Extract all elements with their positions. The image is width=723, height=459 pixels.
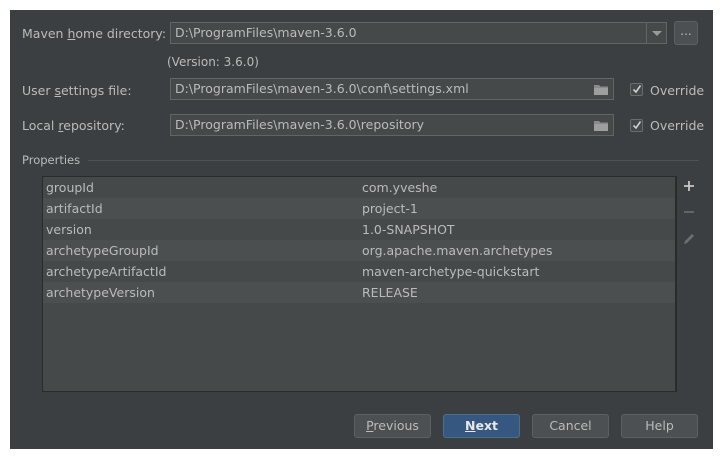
property-key: archetypeVersion xyxy=(46,285,155,300)
local-repo-label-text: Local xyxy=(22,118,59,133)
maven-home-combo[interactable]: D:\ProgramFiles\maven-3.6.0 xyxy=(170,22,667,44)
maven-version-note: (Version: 3.6.0) xyxy=(167,55,259,69)
property-key: archetypeGroupId xyxy=(46,243,159,258)
user-settings-field[interactable]: D:\ProgramFiles\maven-3.6.0\conf\setting… xyxy=(170,78,614,100)
properties-table[interactable]: groupId com.yveshe artifactId project-1 vers… xyxy=(42,176,676,392)
checkmark-icon xyxy=(632,121,642,130)
cancel-button[interactable]: Cancel xyxy=(532,414,609,438)
properties-title: Properties xyxy=(22,153,81,167)
maven-home-value: D:\ProgramFiles\maven-3.6.0 xyxy=(175,25,357,40)
property-key: artifactId xyxy=(46,201,103,216)
local-repo-override-checkbox[interactable] xyxy=(630,119,643,132)
local-repo-override-label[interactable]: Override xyxy=(650,118,704,134)
plus-icon[interactable] xyxy=(677,180,701,200)
table-row[interactable]: version 1.0-SNAPSHOT xyxy=(43,219,675,240)
browse-button-label: ... xyxy=(680,24,692,38)
cancel-button-label: Cancel xyxy=(549,418,592,433)
edit-icon[interactable] xyxy=(677,232,701,252)
user-settings-label: User settings file: xyxy=(22,83,132,99)
maven-home-label: Maven home directory: xyxy=(22,26,166,42)
properties-toolbar xyxy=(676,176,701,392)
folder-icon[interactable] xyxy=(593,119,609,132)
user-settings-label-text: User xyxy=(22,83,55,98)
table-row[interactable]: artifactId project-1 xyxy=(43,198,675,219)
property-value[interactable]: 1.0-SNAPSHOT xyxy=(362,219,455,240)
help-button[interactable]: Help xyxy=(621,414,698,438)
property-value[interactable]: project-1 xyxy=(362,198,418,219)
previous-button[interactable]: Previous xyxy=(354,414,431,438)
property-key: archetypeArtifactId xyxy=(46,264,167,279)
next-button-label: ext xyxy=(475,418,498,433)
local-repo-label: Local repository: xyxy=(22,118,125,134)
previous-button-label: revious xyxy=(373,418,419,433)
property-value[interactable]: maven-archetype-quickstart xyxy=(362,261,539,282)
next-button-mnemonic: N xyxy=(465,418,476,433)
property-key: groupId xyxy=(46,180,94,195)
table-row[interactable]: archetypeVersion RELEASE xyxy=(43,282,675,303)
local-repo-field[interactable]: D:\ProgramFiles\maven-3.6.0\repository xyxy=(170,114,614,136)
property-value[interactable]: RELEASE xyxy=(362,282,418,303)
help-button-label: Help xyxy=(645,418,674,433)
maven-home-label-rest: ome directory: xyxy=(75,26,167,41)
property-value[interactable]: org.apache.maven.archetypes xyxy=(362,240,552,261)
minus-icon[interactable] xyxy=(677,206,701,226)
maven-settings-dialog: Maven home directory: D:\ProgramFiles\ma… xyxy=(10,10,713,449)
chevron-down-icon[interactable] xyxy=(646,23,666,43)
property-key: version xyxy=(46,222,92,237)
maven-home-label-text: Maven xyxy=(22,26,68,41)
properties-separator xyxy=(88,160,699,161)
local-repo-value: D:\ProgramFiles\maven-3.6.0\repository xyxy=(175,117,425,132)
checkmark-icon xyxy=(632,85,642,94)
browse-maven-home-button[interactable]: ... xyxy=(674,21,698,45)
user-settings-label-rest: ettings file: xyxy=(60,83,132,98)
user-settings-value: D:\ProgramFiles\maven-3.6.0\conf\setting… xyxy=(175,81,469,96)
next-button[interactable]: Next xyxy=(443,414,520,438)
table-row[interactable]: archetypeGroupId org.apache.maven.archety… xyxy=(43,240,675,261)
folder-icon[interactable] xyxy=(593,83,609,96)
user-settings-override-label[interactable]: Override xyxy=(650,83,704,99)
local-repo-label-rest: epository: xyxy=(63,118,125,133)
table-row[interactable]: archetypeArtifactId maven-archetype-quick… xyxy=(43,261,675,282)
table-row[interactable]: groupId com.yveshe xyxy=(43,177,675,198)
property-value[interactable]: com.yveshe xyxy=(362,177,437,198)
user-settings-override-checkbox[interactable] xyxy=(630,83,643,96)
